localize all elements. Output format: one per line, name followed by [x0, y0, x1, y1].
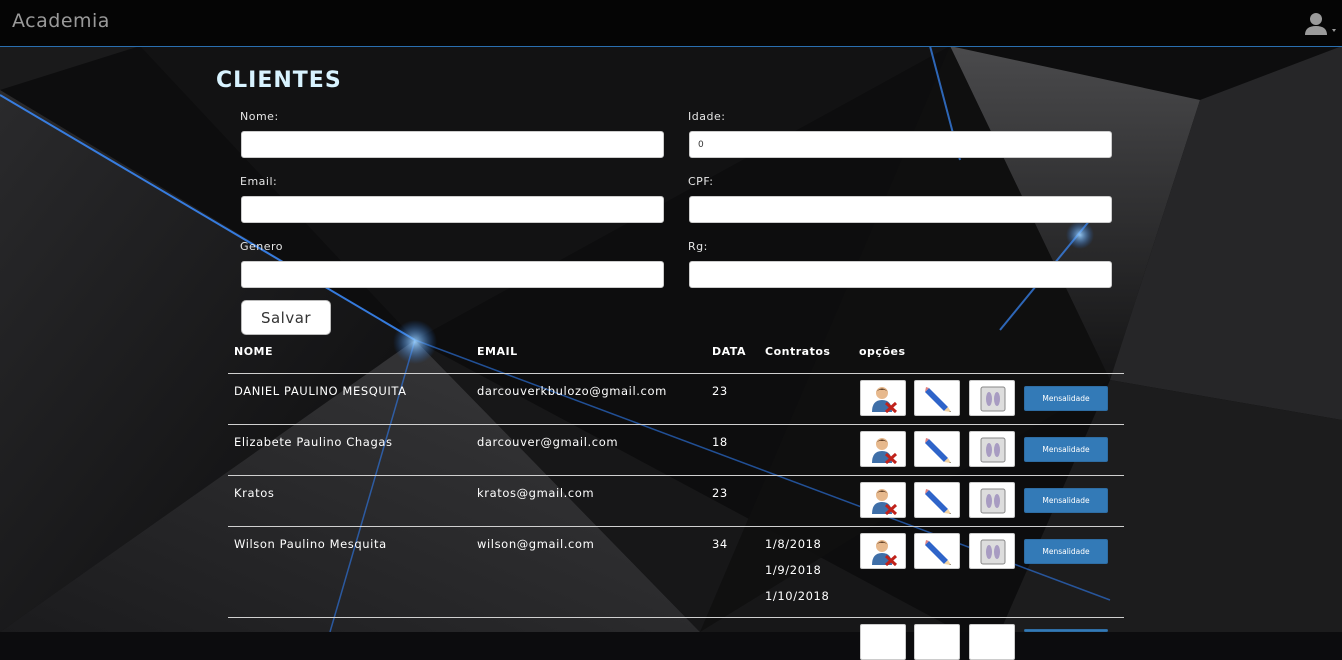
nome-label: Nome: — [240, 110, 279, 123]
table-divider — [228, 424, 1124, 425]
cell-email: wilson@gmail.com — [477, 537, 595, 551]
mensalidade-button[interactable]: Mensalidade — [1024, 539, 1108, 564]
mensalidade-button[interactable]: Mensalidade — [1024, 488, 1108, 513]
cell-data: 23 — [712, 486, 728, 500]
column-header-data: DATA — [712, 345, 746, 358]
cell-contrato: 1/8/2018 — [765, 537, 822, 551]
cell-data: 18 — [712, 435, 728, 449]
cell-nome: Wilson Paulino Mesquita — [234, 537, 387, 551]
pencil-icon — [925, 387, 951, 412]
column-header-nome: NOME — [234, 345, 274, 358]
page-title: CLIENTES — [216, 68, 342, 93]
edit-client-button[interactable] — [914, 624, 960, 660]
cpf-label: CPF: — [688, 175, 714, 188]
cell-nome: DANIEL PAULINO MESQUITA — [234, 384, 407, 398]
nome-input[interactable] — [241, 131, 664, 158]
email-label: Email: — [240, 175, 278, 188]
mensalidade-button[interactable]: Mensalidade — [1024, 386, 1108, 411]
pencil-icon — [925, 438, 951, 463]
caret-down-icon — [1332, 29, 1336, 32]
cell-email: darcouver@gmail.com — [477, 435, 619, 449]
table-divider — [228, 617, 1124, 618]
column-header-contratos: Contratos — [765, 345, 831, 358]
genero-input[interactable] — [241, 261, 664, 288]
table-divider — [228, 526, 1124, 527]
rg-label: Rg: — [688, 240, 708, 253]
measurements-button[interactable] — [969, 380, 1015, 416]
user-icon — [1305, 13, 1336, 35]
delete-client-button[interactable] — [860, 533, 906, 569]
footprints-scale-icon — [980, 488, 1006, 514]
measurements-button[interactable] — [969, 431, 1015, 467]
cell-nome: Kratos — [234, 486, 275, 500]
rg-input[interactable] — [689, 261, 1112, 288]
mensalidade-button[interactable]: Mensalidade — [1024, 437, 1108, 462]
email-input[interactable] — [241, 196, 664, 223]
cpf-input[interactable] — [689, 196, 1112, 223]
edit-client-button[interactable] — [914, 431, 960, 467]
table-divider — [228, 475, 1124, 476]
delete-user-icon — [872, 387, 898, 413]
idade-input[interactable] — [689, 131, 1112, 158]
cell-contrato: 1/10/2018 — [765, 589, 830, 603]
cell-email: kratos@gmail.com — [477, 486, 595, 500]
save-button[interactable]: Salvar — [241, 300, 331, 335]
navbar: Academia — [0, 0, 1342, 47]
edit-client-button[interactable] — [914, 482, 960, 518]
column-header-opcoes: opções — [859, 345, 906, 358]
delete-user-icon — [872, 540, 898, 566]
edit-client-button[interactable] — [914, 380, 960, 416]
table-divider — [228, 373, 1124, 374]
cell-data: 23 — [712, 384, 728, 398]
pencil-icon — [925, 489, 951, 514]
cell-email: darcouverkbulozo@gmail.com — [477, 384, 667, 398]
footprints-scale-icon — [980, 437, 1006, 463]
footprints-scale-icon — [980, 386, 1006, 412]
delete-client-button[interactable] — [860, 482, 906, 518]
measurements-button[interactable] — [969, 482, 1015, 518]
measurements-button[interactable] — [969, 533, 1015, 569]
delete-client-button[interactable] — [860, 431, 906, 467]
footprints-scale-icon — [980, 539, 1006, 565]
idade-label: Idade: — [688, 110, 726, 123]
delete-user-icon — [872, 438, 898, 464]
brand-logo[interactable]: Academia — [12, 10, 110, 32]
genero-label: Genero — [240, 240, 284, 253]
edit-client-button[interactable] — [914, 533, 960, 569]
delete-user-icon — [872, 489, 898, 515]
measurements-button[interactable] — [969, 624, 1015, 660]
main-content: CLIENTES Nome: Idade: Email: CPF: Genero… — [0, 0, 1342, 660]
delete-client-button[interactable] — [860, 380, 906, 416]
column-header-email: EMAIL — [477, 345, 518, 358]
delete-client-button[interactable] — [860, 624, 906, 660]
cell-data: 34 — [712, 537, 728, 551]
user-menu-toggle[interactable] — [1302, 12, 1338, 36]
cell-nome: Elizabete Paulino Chagas — [234, 435, 393, 449]
pencil-icon — [925, 540, 951, 565]
cell-contrato: 1/9/2018 — [765, 563, 822, 577]
